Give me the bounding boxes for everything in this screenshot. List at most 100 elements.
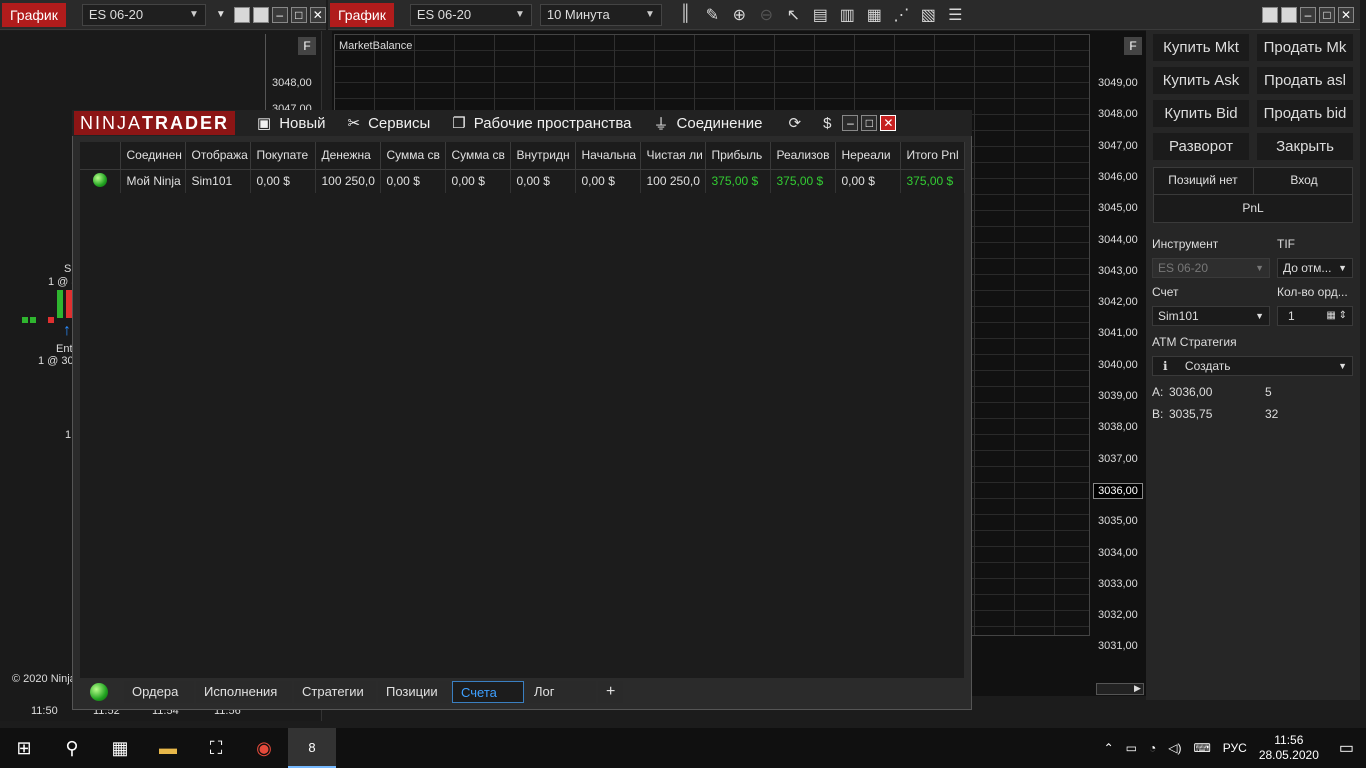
price-axis-label: 3039,00 bbox=[1098, 390, 1138, 402]
pointer-icon[interactable]: ↖ bbox=[780, 5, 807, 25]
reverse-button[interactable]: Разворот bbox=[1153, 133, 1249, 160]
menu-new[interactable]: ▣ Новый bbox=[257, 114, 326, 133]
buy-bid-button[interactable]: Купить Bid bbox=[1153, 100, 1249, 127]
maximize-button[interactable]: □ bbox=[290, 6, 307, 23]
menu-connections[interactable]: ⏚ Соединение bbox=[654, 113, 763, 134]
tab-accounts[interactable]: Счета bbox=[452, 681, 524, 703]
add-tab-icon[interactable]: + bbox=[598, 681, 624, 703]
tile-icon[interactable] bbox=[1262, 6, 1278, 23]
buy-ask-button[interactable]: Купить Ask bbox=[1153, 67, 1249, 94]
minimize-button[interactable]: – bbox=[1300, 6, 1316, 23]
buy-market-button[interactable]: Купить Mkt bbox=[1153, 34, 1249, 61]
zoom-in-icon[interactable]: ⊕ bbox=[726, 5, 753, 25]
accounts-grid: Соединен Отобража Покупате Денежна Сумма… bbox=[80, 142, 965, 678]
chevron-right-icon[interactable]: ▶ bbox=[1134, 683, 1141, 694]
column-header[interactable]: Реализов bbox=[770, 142, 836, 170]
column-header[interactable]: Сумма св bbox=[380, 142, 446, 170]
left-f-button[interactable]: F bbox=[298, 37, 316, 55]
zoom-out-icon[interactable]: ⊖ bbox=[753, 5, 780, 25]
properties-icon[interactable]: ☰ bbox=[942, 5, 969, 25]
main-chart-tab[interactable]: График bbox=[330, 2, 394, 27]
clock[interactable]: 11:56 28.05.2020 bbox=[1259, 733, 1319, 763]
chrome-icon[interactable]: ◉ bbox=[240, 728, 288, 768]
sell-market-button[interactable]: Продать Mk bbox=[1257, 34, 1353, 61]
column-header[interactable]: Внутридн bbox=[510, 142, 576, 170]
column-header[interactable]: Чистая ли bbox=[640, 142, 706, 170]
close-button[interactable]: ✕ bbox=[1338, 6, 1354, 23]
windows-start-icon[interactable]: ⊞ bbox=[0, 728, 48, 768]
tab-log[interactable]: Лог bbox=[526, 681, 596, 703]
volume-icon[interactable]: ◁) bbox=[1168, 741, 1181, 755]
calculator-icon[interactable]: ▦ ⇕ bbox=[1326, 307, 1347, 325]
sync-icon[interactable]: ⟳ bbox=[789, 114, 802, 132]
column-header[interactable]: Соединен bbox=[120, 142, 186, 170]
battery-icon[interactable]: ▭ bbox=[1126, 741, 1137, 755]
search-icon[interactable]: ⚲ bbox=[48, 728, 96, 768]
menu-tools[interactable]: ✂ Сервисы bbox=[348, 114, 431, 133]
left-chart-tab[interactable]: График bbox=[2, 2, 66, 27]
quantity-stepper[interactable]: 1 ▦ ⇕ bbox=[1277, 306, 1353, 326]
main-f-button[interactable]: F bbox=[1124, 37, 1142, 55]
atm-strategy-select[interactable]: ℹ Создать ▼ bbox=[1152, 356, 1353, 376]
strategies-icon[interactable]: ⋰ bbox=[888, 5, 915, 25]
store-icon[interactable]: ⛶ bbox=[192, 728, 240, 768]
connection-status-cell bbox=[80, 169, 121, 193]
tab-positions[interactable]: Позиции bbox=[378, 681, 450, 703]
calculator-icon[interactable]: ▦ bbox=[96, 728, 144, 768]
candle-green bbox=[57, 290, 63, 318]
column-header-status[interactable] bbox=[80, 142, 121, 170]
connection-status-icon[interactable] bbox=[90, 683, 108, 701]
left-instrument-select[interactable]: ES 06-20 ▼ bbox=[81, 3, 206, 26]
tile-icon-2[interactable] bbox=[252, 6, 269, 23]
dropdown-arrow-icon[interactable]: ▼ bbox=[216, 9, 226, 20]
column-header[interactable]: Начальна bbox=[575, 142, 641, 170]
minimize-button[interactable]: – bbox=[271, 6, 288, 23]
bar-type-icon[interactable]: ║ bbox=[672, 5, 699, 25]
dollar-icon[interactable]: $ bbox=[823, 115, 831, 132]
column-header[interactable]: Денежна bbox=[315, 142, 381, 170]
language-indicator[interactable]: РУС bbox=[1223, 741, 1247, 755]
pnl-label: PnL bbox=[1242, 201, 1264, 215]
column-header[interactable]: Нереали bbox=[835, 142, 901, 170]
maximize-button[interactable]: □ bbox=[1319, 6, 1335, 23]
column-header[interactable]: Покупате bbox=[250, 142, 316, 170]
system-tray: ⌃ ▭ ◔ ◁) ⌨ РУС 11:56 28.05.2020 ▭ bbox=[1104, 728, 1366, 768]
column-header[interactable]: Отобража bbox=[185, 142, 251, 170]
indicators-icon[interactable]: ▦ bbox=[861, 5, 888, 25]
ninjatrader-app-icon[interactable]: 8 bbox=[288, 728, 336, 768]
sell-ask-button[interactable]: Продать asl bbox=[1257, 67, 1353, 94]
tile-icon[interactable] bbox=[233, 6, 250, 23]
wifi-icon[interactable]: ◔ bbox=[1149, 741, 1156, 755]
templates-icon[interactable]: ▧ bbox=[915, 5, 942, 25]
table-row[interactable]: Мой Ninja Sim101 0,00 $ 100 250,0 0,00 $… bbox=[80, 169, 965, 193]
column-header[interactable]: Итого Pnl bbox=[900, 142, 965, 170]
interval-select[interactable]: 10 Минута ▼ bbox=[539, 3, 662, 26]
data-box-icon[interactable]: ▤ bbox=[807, 5, 834, 25]
ask-price: 3036,00 bbox=[1169, 385, 1213, 399]
cc-close-button[interactable]: ✕ bbox=[880, 115, 897, 131]
tif-select[interactable]: До отм... ▼ bbox=[1277, 258, 1353, 278]
left-instrument-value: ES 06-20 bbox=[88, 6, 144, 22]
chevron-up-icon[interactable]: ⌃ bbox=[1104, 741, 1114, 755]
cc-minimize-button[interactable]: – bbox=[842, 115, 859, 131]
notification-icon[interactable]: ▭ bbox=[1339, 738, 1354, 758]
column-header[interactable]: Сумма св bbox=[445, 142, 511, 170]
pencil-icon[interactable]: ✎ bbox=[699, 5, 726, 25]
tab-strategies[interactable]: Стратегии bbox=[294, 681, 376, 703]
table-cell: 100 250,0 bbox=[640, 169, 706, 193]
cc-maximize-button[interactable]: □ bbox=[861, 115, 878, 131]
close-position-button[interactable]: Закрыть bbox=[1257, 133, 1353, 160]
tab-executions[interactable]: Исполнения bbox=[196, 681, 292, 703]
main-instrument-select[interactable]: ES 06-20 ▼ bbox=[409, 3, 532, 26]
sell-bid-button[interactable]: Продать bid bbox=[1257, 100, 1353, 127]
chart-trader-icon[interactable]: ▥ bbox=[834, 5, 861, 25]
menu-workspaces[interactable]: ❐ Рабочие пространства bbox=[452, 114, 631, 133]
tab-orders[interactable]: Ордера bbox=[124, 681, 194, 703]
file-explorer-icon[interactable]: ▬ bbox=[144, 728, 192, 768]
account-select[interactable]: Sim101 ▼ bbox=[1152, 306, 1270, 326]
tile-icon-2[interactable] bbox=[1281, 6, 1297, 23]
keyboard-icon[interactable]: ⌨ bbox=[1193, 741, 1210, 755]
close-button[interactable]: ✕ bbox=[309, 6, 326, 23]
column-header[interactable]: Прибыль bbox=[705, 142, 771, 170]
table-cell: Мой Ninja bbox=[120, 169, 186, 193]
